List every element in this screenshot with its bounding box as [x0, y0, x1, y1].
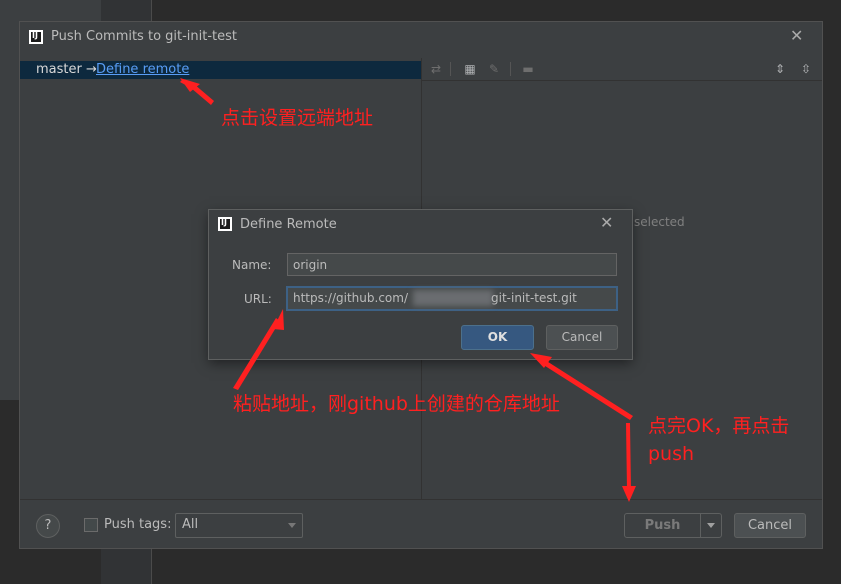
close-icon[interactable]: ✕ — [790, 26, 803, 45]
cancel-button[interactable]: Cancel — [734, 513, 806, 538]
push-button[interactable]: Push — [624, 513, 701, 538]
chevron-down-icon — [288, 523, 296, 528]
define-cancel-button[interactable]: Cancel — [546, 325, 618, 350]
empty-selection-text: selected — [634, 215, 685, 229]
collapse-all-icon[interactable]: ⇳ — [798, 61, 814, 77]
name-label: Name: — [232, 258, 272, 272]
help-button[interactable]: ? — [36, 514, 60, 538]
remote-name-input[interactable] — [287, 253, 617, 276]
annotation-ok-push-line2: push — [648, 443, 695, 465]
expand-all-icon[interactable]: ⇕ — [772, 61, 788, 77]
diff-arrows-icon[interactable]: ⇄ — [428, 61, 444, 77]
changes-toolbar: ⇄ ▦ ✎ ▬ ⇕ ⇳ — [422, 58, 822, 81]
branch-row[interactable]: master → Define remote — [20, 61, 421, 79]
url-suffix-text: git-init-test.git — [491, 291, 577, 305]
toolbar-separator — [450, 62, 451, 76]
push-tags-select[interactable]: All — [175, 513, 303, 538]
url-label: URL: — [244, 292, 272, 306]
preview-icon[interactable]: ▬ — [520, 61, 536, 77]
intellij-logo-icon: IJ — [29, 30, 43, 44]
push-tags-label: Push tags: — [104, 517, 172, 532]
group-by-icon[interactable]: ▦ — [462, 61, 478, 77]
push-options-dropdown[interactable] — [700, 513, 722, 538]
define-remote-dialog: IJ Define Remote ✕ Name: URL: https://gi… — [209, 210, 632, 359]
url-prefix-text: https://github.com/ — [293, 291, 408, 305]
dialog-title-bar: IJ Push Commits to git-init-test ✕ — [20, 22, 822, 58]
ok-button[interactable]: OK — [461, 325, 534, 350]
footer-divider — [20, 499, 822, 500]
redacted-username — [413, 290, 493, 306]
edit-icon[interactable]: ✎ — [486, 61, 502, 77]
define-remote-link[interactable]: Define remote — [96, 62, 189, 77]
remote-url-input[interactable]: https://github.com/ git-init-test.git — [286, 286, 618, 311]
annotation-paste-url: 粘贴地址，刚github上创建的仓库地址 — [233, 393, 560, 415]
push-tags-value: All — [182, 517, 199, 532]
toolbar-separator — [510, 62, 511, 76]
annotation-define-remote: 点击设置远端地址 — [221, 107, 374, 129]
chevron-down-icon — [707, 523, 715, 528]
close-icon[interactable]: ✕ — [600, 213, 613, 232]
define-remote-title: Define Remote — [240, 217, 337, 232]
dialog-title: Push Commits to git-init-test — [51, 29, 238, 44]
push-tags-checkbox[interactable] — [84, 518, 98, 532]
annotation-ok-push-line1: 点完OK，再点击 — [648, 415, 790, 437]
intellij-logo-icon: IJ — [218, 217, 232, 231]
local-branch-label: master → — [36, 62, 97, 77]
